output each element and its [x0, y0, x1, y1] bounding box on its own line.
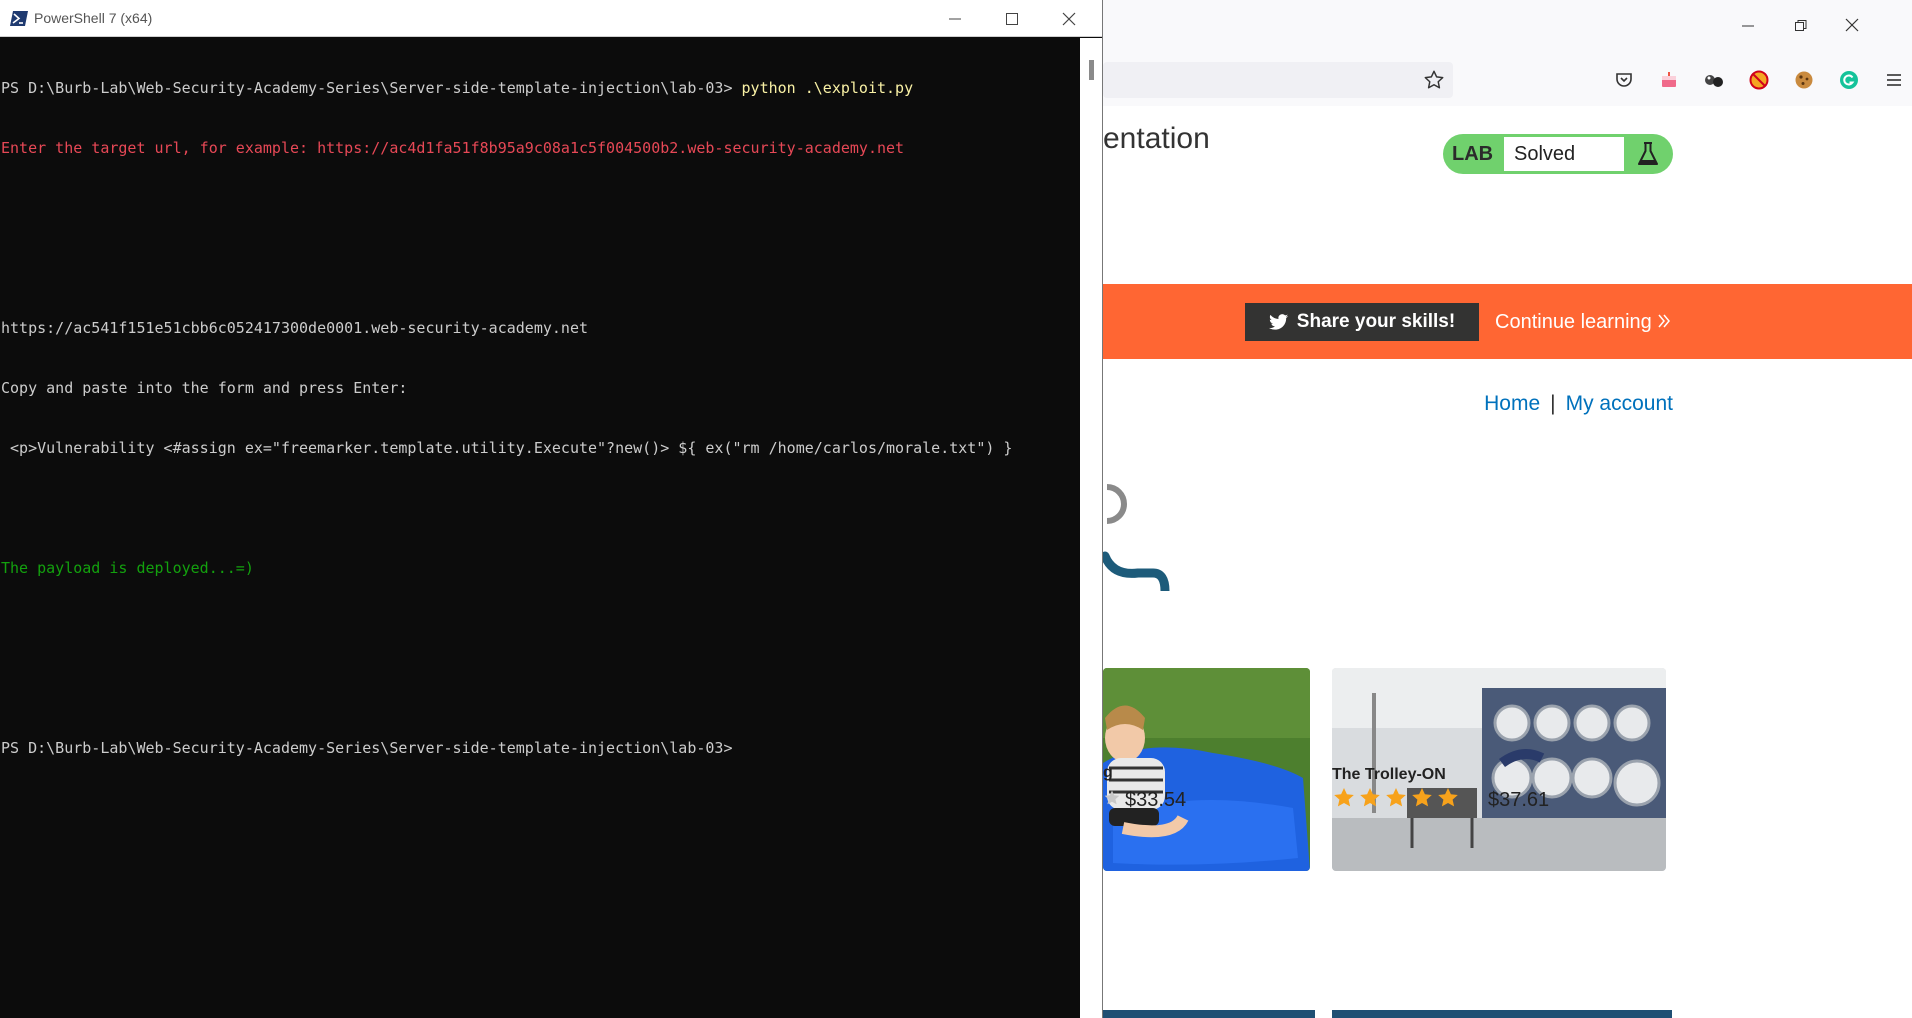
product-name: The Trolley-ON	[1332, 766, 1446, 783]
url-bar[interactable]	[1103, 62, 1453, 98]
target-url-line: https://ac541f151e51cbb6c052417300de0001…	[1, 319, 588, 337]
restore-icon	[1795, 20, 1807, 31]
payload-line: <p>Vulnerability <#assign ex="freemarker…	[1, 439, 1013, 457]
terminal-output[interactable]: PS D:\Burb-Lab\Web-Security-Academy-Seri…	[1, 38, 1079, 1018]
top-nav: Home | My account	[1103, 392, 1673, 416]
star-filled-icon	[1360, 788, 1380, 807]
terminal-scrollbar[interactable]	[1080, 38, 1102, 1018]
close-button[interactable]	[1046, 6, 1092, 32]
powershell-titlebar[interactable]: PowerShell 7 (x64)	[0, 0, 1102, 37]
view-details-button[interactable]	[1332, 1010, 1672, 1018]
maximize-button[interactable]	[989, 6, 1035, 32]
powershell-app-icon	[10, 11, 28, 26]
instruction-line: Copy and paste into the form and press E…	[1, 379, 408, 397]
star-filled-icon	[1334, 788, 1354, 807]
extension-glasses-icon[interactable]	[1701, 67, 1727, 93]
lab-label: LAB	[1452, 143, 1494, 165]
scrollbar-thumb[interactable]	[1089, 60, 1094, 80]
flask-icon	[1638, 142, 1658, 165]
product-rating	[1103, 786, 1121, 810]
command-text: python .\exploit.py	[741, 79, 914, 97]
extension-blocked-icon[interactable]	[1746, 67, 1772, 93]
star-filled-icon	[1412, 788, 1432, 807]
cookie-icon[interactable]	[1791, 67, 1817, 93]
product-price: $37.61	[1488, 789, 1550, 811]
solved-banner: Share your skills! Continue learning	[1103, 284, 1912, 359]
nav-separator: |	[1550, 392, 1556, 415]
browser-close-button[interactable]	[1829, 14, 1875, 40]
minimize-button[interactable]	[932, 6, 978, 32]
shop-logo-art	[1103, 484, 1170, 591]
continue-learning-label: Continue learning	[1495, 311, 1652, 333]
lab-status-badge: LAB Solved	[1443, 134, 1673, 174]
prompt-text: PS D:\Burb-Lab\Web-Security-Academy-Seri…	[1, 79, 742, 97]
browser-window: entation LAB Solved Share your skills! C…	[1103, 0, 1912, 1018]
star-empty-icon	[1104, 790, 1120, 805]
view-details-button[interactable]	[1103, 1010, 1315, 1018]
product-image-bean-bag[interactable]	[1103, 668, 1310, 871]
product-name: g	[1103, 764, 1113, 781]
browser-minimize-button[interactable]	[1725, 14, 1771, 40]
star-filled-icon	[1386, 788, 1406, 807]
browser-titlebar	[1103, 0, 1912, 53]
window-title: PowerShell 7 (x64)	[34, 10, 153, 26]
page-title: entation	[1103, 122, 1210, 155]
nav-home-link[interactable]: Home	[1484, 392, 1540, 415]
browser-restore-button[interactable]	[1778, 14, 1824, 40]
minimize-icon	[1742, 25, 1754, 27]
extension-cake-icon[interactable]	[1656, 67, 1682, 93]
powershell-window: PowerShell 7 (x64) PS D:\Burb-Lab\Web-Se…	[0, 0, 1103, 1018]
terminal-line: PS D:\Burb-Lab\Web-Security-Academy-Seri…	[1, 78, 1079, 98]
prompt-line: PS D:\Burb-Lab\Web-Security-Academy-Seri…	[1, 739, 733, 757]
share-skills-label: Share your skills!	[1296, 311, 1456, 332]
product-rating	[1332, 786, 1460, 810]
star-filled-icon	[1438, 788, 1458, 807]
product-price: $33.54	[1125, 789, 1187, 811]
double-chevron-right-icon	[1658, 314, 1671, 328]
bookmark-star-icon[interactable]	[1421, 67, 1447, 93]
menu-hamburger-icon[interactable]	[1881, 67, 1907, 93]
pocket-icon[interactable]	[1611, 67, 1637, 93]
success-line: The payload is deployed...=)	[1, 559, 254, 577]
error-line: Enter the target url, for example: https…	[1, 139, 905, 157]
minimize-icon	[949, 18, 961, 20]
lab-status: Solved	[1504, 137, 1624, 171]
nav-my-account-link[interactable]: My account	[1566, 392, 1673, 415]
grammarly-icon[interactable]	[1836, 67, 1862, 93]
maximize-icon	[1006, 13, 1018, 25]
twitter-icon	[1268, 313, 1288, 330]
continue-learning-link[interactable]: Continue learning	[1495, 303, 1671, 341]
share-skills-button[interactable]: Share your skills!	[1245, 303, 1479, 341]
close-icon	[1845, 18, 1859, 32]
web-page: entation LAB Solved Share your skills! C…	[1103, 106, 1912, 1018]
close-icon	[1062, 12, 1076, 26]
